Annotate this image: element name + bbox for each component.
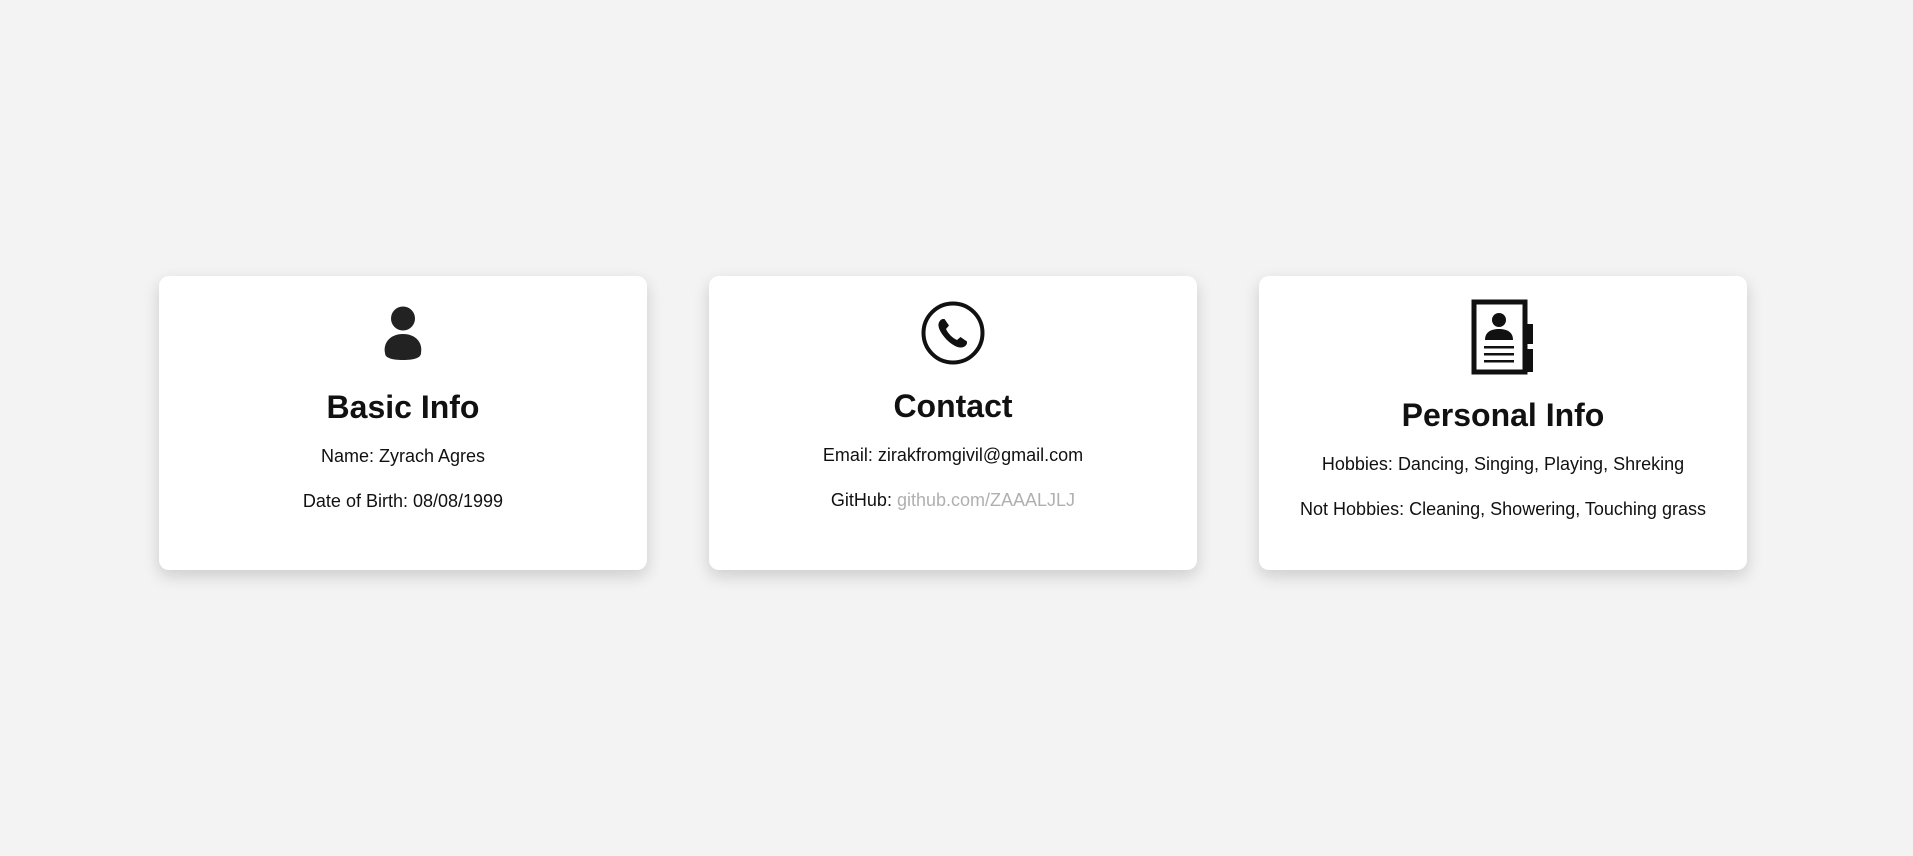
basic-info-card: Basic Info Name: Zyrach Agres Date of Bi… xyxy=(159,276,647,570)
card-title: Personal Info xyxy=(1401,397,1605,433)
dob-value: 08/08/1999 xyxy=(412,491,504,511)
phone-icon xyxy=(921,300,985,366)
email-value: zirakfromgivil@gmail.com xyxy=(877,445,1084,465)
email-line: Email: zirakfromgivil@gmail.com xyxy=(823,446,1083,464)
contact-book-icon xyxy=(1471,299,1535,375)
email-label: Email: xyxy=(822,445,873,465)
dob-line: Date of Birth: 08/08/1999 xyxy=(303,492,503,510)
github-link[interactable]: github.com/ZAAALJLJ xyxy=(897,490,1075,510)
github-line: GitHub: github.com/ZAAALJLJ xyxy=(831,491,1075,509)
card-title: Basic Info xyxy=(326,389,480,425)
github-label: GitHub: xyxy=(830,490,892,510)
person-icon xyxy=(382,306,424,360)
dob-label: Date of Birth: xyxy=(302,491,408,511)
personal-info-card: Personal Info Hobbies: Dancing, Singing,… xyxy=(1259,276,1747,570)
not-hobbies-value: Cleaning, Showering, Touching grass xyxy=(1409,499,1706,519)
name-line: Name: Zyrach Agres xyxy=(321,447,485,465)
name-label: Name: xyxy=(320,446,374,466)
hobbies-label: Hobbies: xyxy=(1321,454,1393,474)
contact-card: Contact Email: zirakfromgivil@gmail.com … xyxy=(709,276,1197,570)
card-title: Contact xyxy=(893,388,1013,424)
not-hobbies-label: Not Hobbies: xyxy=(1300,499,1405,519)
cards-container: Basic Info Name: Zyrach Agres Date of Bi… xyxy=(159,276,1747,570)
hobbies-line: Hobbies: Dancing, Singing, Playing, Shre… xyxy=(1322,455,1684,473)
hobbies-value: Dancing, Singing, Playing, Shreking xyxy=(1397,454,1685,474)
not-hobbies-line: Not Hobbies: Cleaning, Showering, Touchi… xyxy=(1300,500,1706,518)
name-value: Zyrach Agres xyxy=(378,446,486,466)
